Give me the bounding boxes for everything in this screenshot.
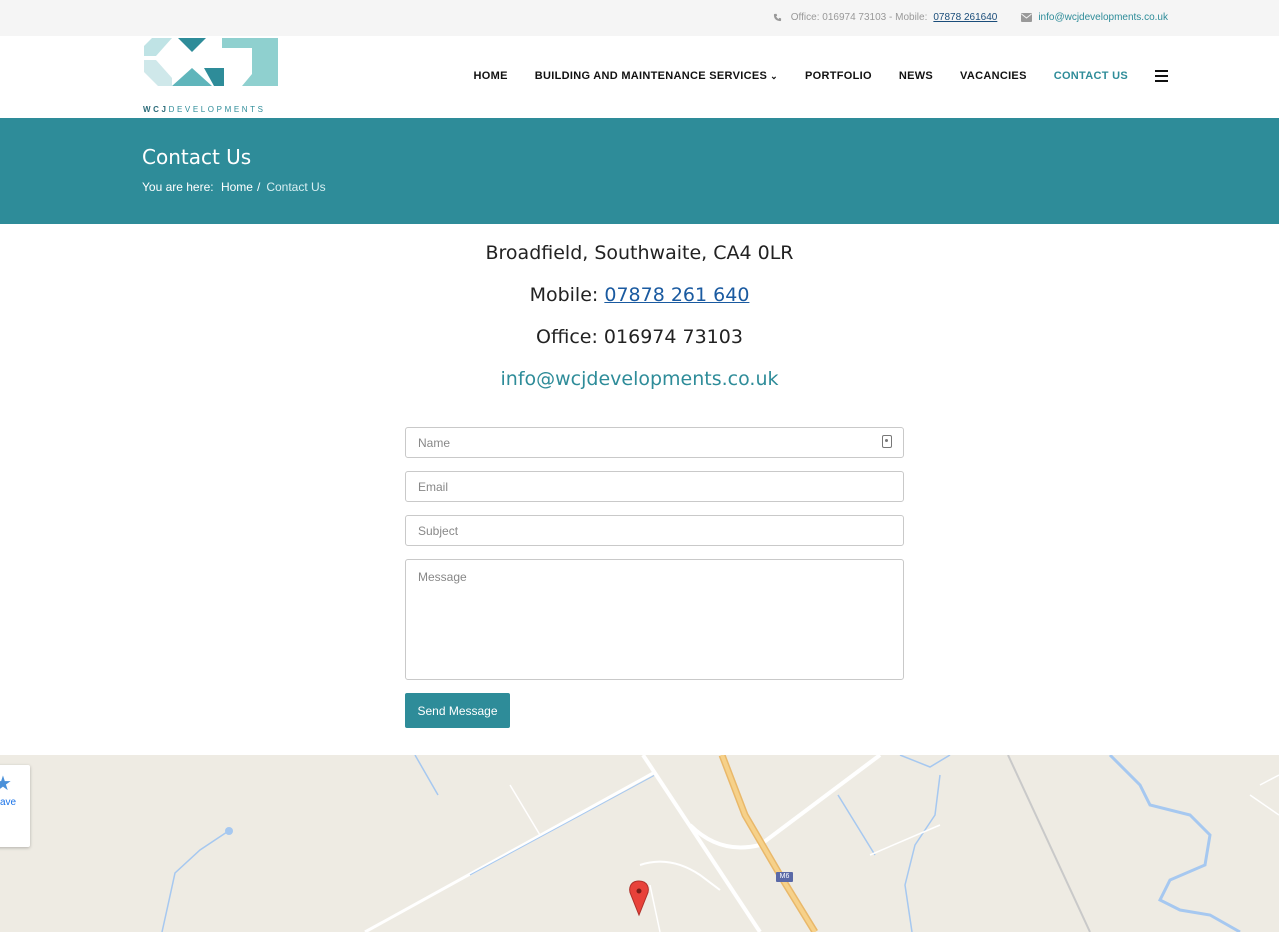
contact-office: Office: 016974 73103 bbox=[536, 326, 743, 348]
breadcrumb-prefix: You are here: bbox=[142, 180, 214, 194]
contact-mobile: Mobile: 07878 261 640 bbox=[0, 284, 1279, 306]
topbar-email-group: info@wcjdevelopments.co.uk bbox=[1021, 12, 1168, 23]
nav-building-services[interactable]: BUILDING AND MAINTENANCE SERVICES ⌄ bbox=[535, 70, 778, 82]
message-textarea[interactable] bbox=[405, 559, 904, 680]
name-input[interactable] bbox=[405, 427, 904, 458]
office-mobile-text: Office: 016974 73103 - Mobile: bbox=[790, 12, 928, 23]
location-map[interactable] bbox=[0, 755, 1279, 932]
top-bar: Office: 016974 73103 - Mobile: 07878 261… bbox=[0, 0, 1279, 36]
m6-road-badge: M6 bbox=[776, 872, 793, 882]
nav-home[interactable]: HOME bbox=[474, 70, 508, 82]
nav-building-services-label: BUILDING AND MAINTENANCE SERVICES bbox=[534, 70, 768, 82]
send-message-button[interactable]: Send Message bbox=[405, 693, 510, 728]
nav-news[interactable]: NEWS bbox=[899, 70, 933, 82]
phone-icon bbox=[773, 13, 781, 22]
email-input[interactable] bbox=[405, 471, 904, 502]
topbar-mobile-link[interactable]: 07878 261640 bbox=[933, 12, 997, 23]
nav-portfolio[interactable]: PORTFOLIO bbox=[805, 70, 872, 82]
page-title: Contact Us bbox=[142, 145, 252, 169]
chevron-down-icon: ⌄ bbox=[770, 71, 778, 81]
breadcrumb-home-link[interactable]: Home bbox=[221, 180, 253, 194]
breadcrumb-current: Contact Us bbox=[266, 180, 326, 194]
map-marker-icon bbox=[629, 880, 649, 917]
map-save-button[interactable]: ★ ave bbox=[0, 765, 30, 847]
logo-wordmark: WCJDEVELOPMENTS bbox=[143, 105, 266, 114]
map-save-label: ave bbox=[0, 797, 17, 808]
site-header: WCJDEVELOPMENTS HOME BUILDING AND MAINTE… bbox=[0, 36, 1279, 118]
contact-card-icon[interactable] bbox=[882, 435, 892, 448]
star-icon: ★ bbox=[0, 771, 12, 795]
breadcrumb-separator: / bbox=[256, 180, 261, 194]
envelope-icon bbox=[1021, 13, 1033, 22]
hamburger-menu-icon[interactable] bbox=[1155, 70, 1168, 82]
map-canvas bbox=[161, 755, 1279, 932]
contact-address: Broadfield, Southwaite, CA4 0LR bbox=[485, 242, 794, 264]
main-nav: HOME BUILDING AND MAINTENANCE SERVICES ⌄ … bbox=[447, 70, 1168, 82]
contact-mobile-label: Mobile: bbox=[529, 284, 599, 306]
subject-input[interactable] bbox=[405, 515, 904, 546]
page-title-band: Contact Us You are here: Home / Contact Us bbox=[0, 118, 1279, 224]
nav-vacancies[interactable]: VACANCIES bbox=[960, 70, 1027, 82]
topbar-email-link[interactable]: info@wcjdevelopments.co.uk bbox=[1038, 12, 1168, 23]
top-bar-contacts: Office: 016974 73103 - Mobile: 07878 261… bbox=[773, 12, 1168, 23]
breadcrumb: You are here: Home / Contact Us bbox=[142, 180, 326, 194]
contact-mobile-link[interactable]: 07878 261 640 bbox=[604, 284, 749, 306]
nav-contact-us[interactable]: CONTACT US bbox=[1054, 70, 1128, 82]
contact-email-link[interactable]: info@wcjdevelopments.co.uk bbox=[0, 368, 1279, 390]
